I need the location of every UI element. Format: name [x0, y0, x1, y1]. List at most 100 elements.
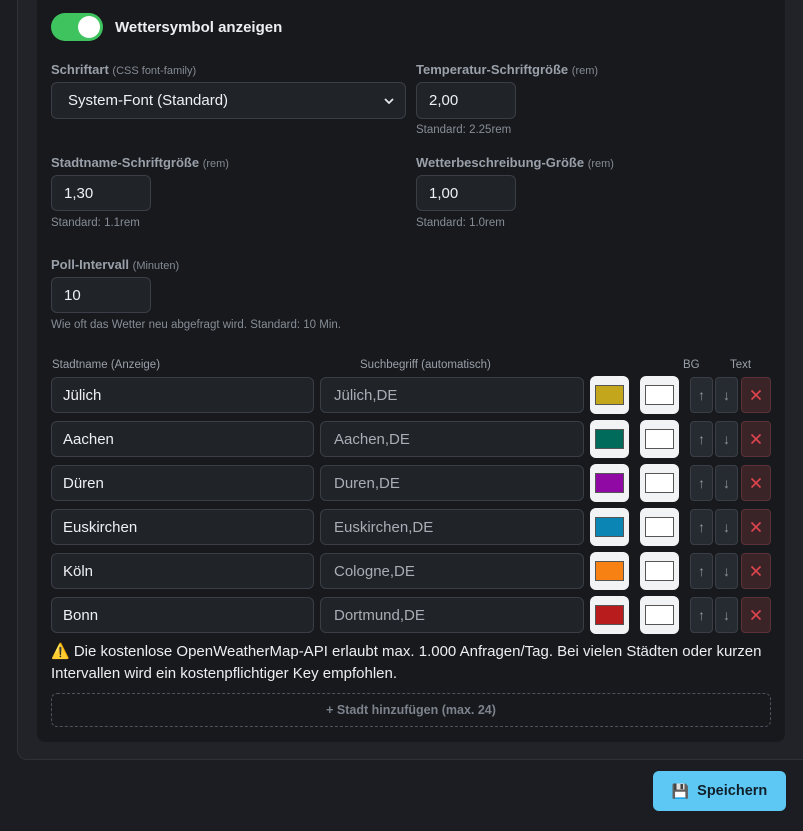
text-color-swatch — [645, 561, 674, 581]
remove-city-button[interactable] — [741, 465, 771, 501]
city-query-field: Euskirchen,DE — [320, 509, 584, 545]
city-query-field: Jülich,DE — [320, 377, 584, 413]
description-size-input[interactable]: 1,00 — [416, 175, 516, 211]
bg-color-picker[interactable] — [590, 508, 629, 546]
bg-color-swatch — [595, 385, 624, 405]
move-up-button[interactable]: ↑ — [690, 465, 713, 501]
weather-icon-toggle-label: Wettersymbol anzeigen — [115, 18, 283, 36]
move-up-button[interactable]: ↑ — [690, 509, 713, 545]
close-icon — [750, 389, 762, 401]
city-name-input[interactable]: Euskirchen — [51, 509, 314, 545]
city-name-input[interactable]: Bonn — [51, 597, 314, 633]
move-up-button[interactable]: ↑ — [690, 421, 713, 457]
description-size-help: Standard: 1.0rem — [416, 217, 505, 229]
close-icon — [750, 565, 762, 577]
city-query-field: Dortmund,DE — [320, 597, 584, 633]
remove-city-button[interactable] — [741, 597, 771, 633]
bg-color-swatch — [595, 517, 624, 537]
city-name-input[interactable]: Köln — [51, 553, 314, 589]
move-up-button[interactable]: ↑ — [690, 553, 713, 589]
bg-color-picker[interactable] — [590, 596, 629, 634]
close-icon — [750, 521, 762, 533]
column-header-bg: BG — [683, 359, 700, 371]
remove-city-button[interactable] — [741, 377, 771, 413]
text-color-picker[interactable] — [640, 376, 679, 414]
api-limit-warning: ⚠️ Die kostenlose OpenWeatherMap-API erl… — [51, 643, 762, 682]
text-color-picker[interactable] — [640, 552, 679, 590]
remove-city-button[interactable] — [741, 553, 771, 589]
text-color-picker[interactable] — [640, 420, 679, 458]
arrow-up-icon: ↑ — [698, 475, 705, 491]
text-color-picker[interactable] — [640, 464, 679, 502]
toggle-knob — [78, 16, 100, 38]
arrow-down-icon: ↓ — [723, 475, 730, 491]
arrow-down-icon: ↓ — [723, 519, 730, 535]
move-down-button[interactable]: ↓ — [715, 597, 738, 633]
text-color-swatch — [645, 473, 674, 493]
city-query-field: Cologne,DE — [320, 553, 584, 589]
move-down-button[interactable]: ↓ — [715, 465, 738, 501]
column-header-query: Suchbegriff (automatisch) — [360, 359, 491, 371]
remove-city-button[interactable] — [741, 509, 771, 545]
city-row: Jülich Jülich,DE ↑ ↓ — [51, 376, 771, 414]
arrow-up-icon: ↑ — [698, 431, 705, 447]
font-family-select[interactable]: System-Font (Standard) — [51, 82, 406, 119]
poll-interval-label: Poll-Intervall (Minuten) — [51, 257, 180, 272]
bg-color-picker[interactable] — [590, 552, 629, 590]
text-color-swatch — [645, 517, 674, 537]
bg-color-picker[interactable] — [590, 420, 629, 458]
poll-interval-input[interactable]: 10 — [51, 277, 151, 313]
temperature-size-label: Temperatur-Schriftgröße (rem) — [416, 62, 599, 77]
arrow-up-icon: ↑ — [698, 387, 705, 403]
arrow-down-icon: ↓ — [723, 387, 730, 403]
text-color-swatch — [645, 429, 674, 449]
bg-color-swatch — [595, 473, 624, 493]
city-size-help: Standard: 1.1rem — [51, 217, 140, 229]
close-icon — [750, 609, 762, 621]
city-query-field: Duren,DE — [320, 465, 584, 501]
move-up-button[interactable]: ↑ — [690, 597, 713, 633]
save-button[interactable]: 💾 Speichern — [653, 771, 786, 811]
text-color-swatch — [645, 605, 674, 625]
city-row: Euskirchen Euskirchen,DE ↑ ↓ — [51, 508, 771, 546]
bg-color-picker[interactable] — [590, 376, 629, 414]
text-color-picker[interactable] — [640, 596, 679, 634]
bg-color-picker[interactable] — [590, 464, 629, 502]
city-query-field: Aachen,DE — [320, 421, 584, 457]
description-size-label: Wetterbeschreibung-Größe (rem) — [416, 155, 614, 170]
weather-icon-toggle-row: Wettersymbol anzeigen — [51, 13, 282, 41]
close-icon — [750, 433, 762, 445]
floppy-disk-icon: 💾 — [671, 782, 690, 799]
city-name-input[interactable]: Jülich — [51, 377, 314, 413]
close-icon — [750, 477, 762, 489]
arrow-down-icon: ↓ — [723, 563, 730, 579]
font-family-label: Schriftart (CSS font-family) — [51, 62, 197, 77]
city-name-input[interactable]: Aachen — [51, 421, 314, 457]
chevron-down-icon — [384, 97, 394, 104]
arrow-down-icon: ↓ — [723, 431, 730, 447]
city-size-input[interactable]: 1,30 — [51, 175, 151, 211]
arrow-up-icon: ↑ — [698, 607, 705, 623]
temperature-size-help: Standard: 2.25rem — [416, 124, 512, 136]
font-family-value: System-Font (Standard) — [68, 92, 229, 109]
city-row: Aachen Aachen,DE ↑ ↓ — [51, 420, 771, 458]
city-row: Düren Duren,DE ↑ ↓ — [51, 464, 771, 502]
bg-color-swatch — [595, 561, 624, 581]
move-down-button[interactable]: ↓ — [715, 421, 738, 457]
bg-color-swatch — [595, 429, 624, 449]
move-down-button[interactable]: ↓ — [715, 377, 738, 413]
move-down-button[interactable]: ↓ — [715, 509, 738, 545]
text-color-picker[interactable] — [640, 508, 679, 546]
arrow-up-icon: ↑ — [698, 563, 705, 579]
temperature-size-input[interactable]: 2,00 — [416, 82, 516, 119]
move-up-button[interactable]: ↑ — [690, 377, 713, 413]
weather-icon-toggle[interactable] — [51, 13, 103, 41]
remove-city-button[interactable] — [741, 421, 771, 457]
arrow-down-icon: ↓ — [723, 607, 730, 623]
column-header-text: Text — [730, 359, 752, 371]
city-name-input[interactable]: Düren — [51, 465, 314, 501]
city-size-label: Stadtname-Schriftgröße (rem) — [51, 155, 229, 170]
city-row: Bonn Dortmund,DE ↑ ↓ — [51, 596, 771, 634]
add-city-button[interactable]: + Stadt hinzufügen (max. 24) — [51, 693, 771, 727]
move-down-button[interactable]: ↓ — [715, 553, 738, 589]
